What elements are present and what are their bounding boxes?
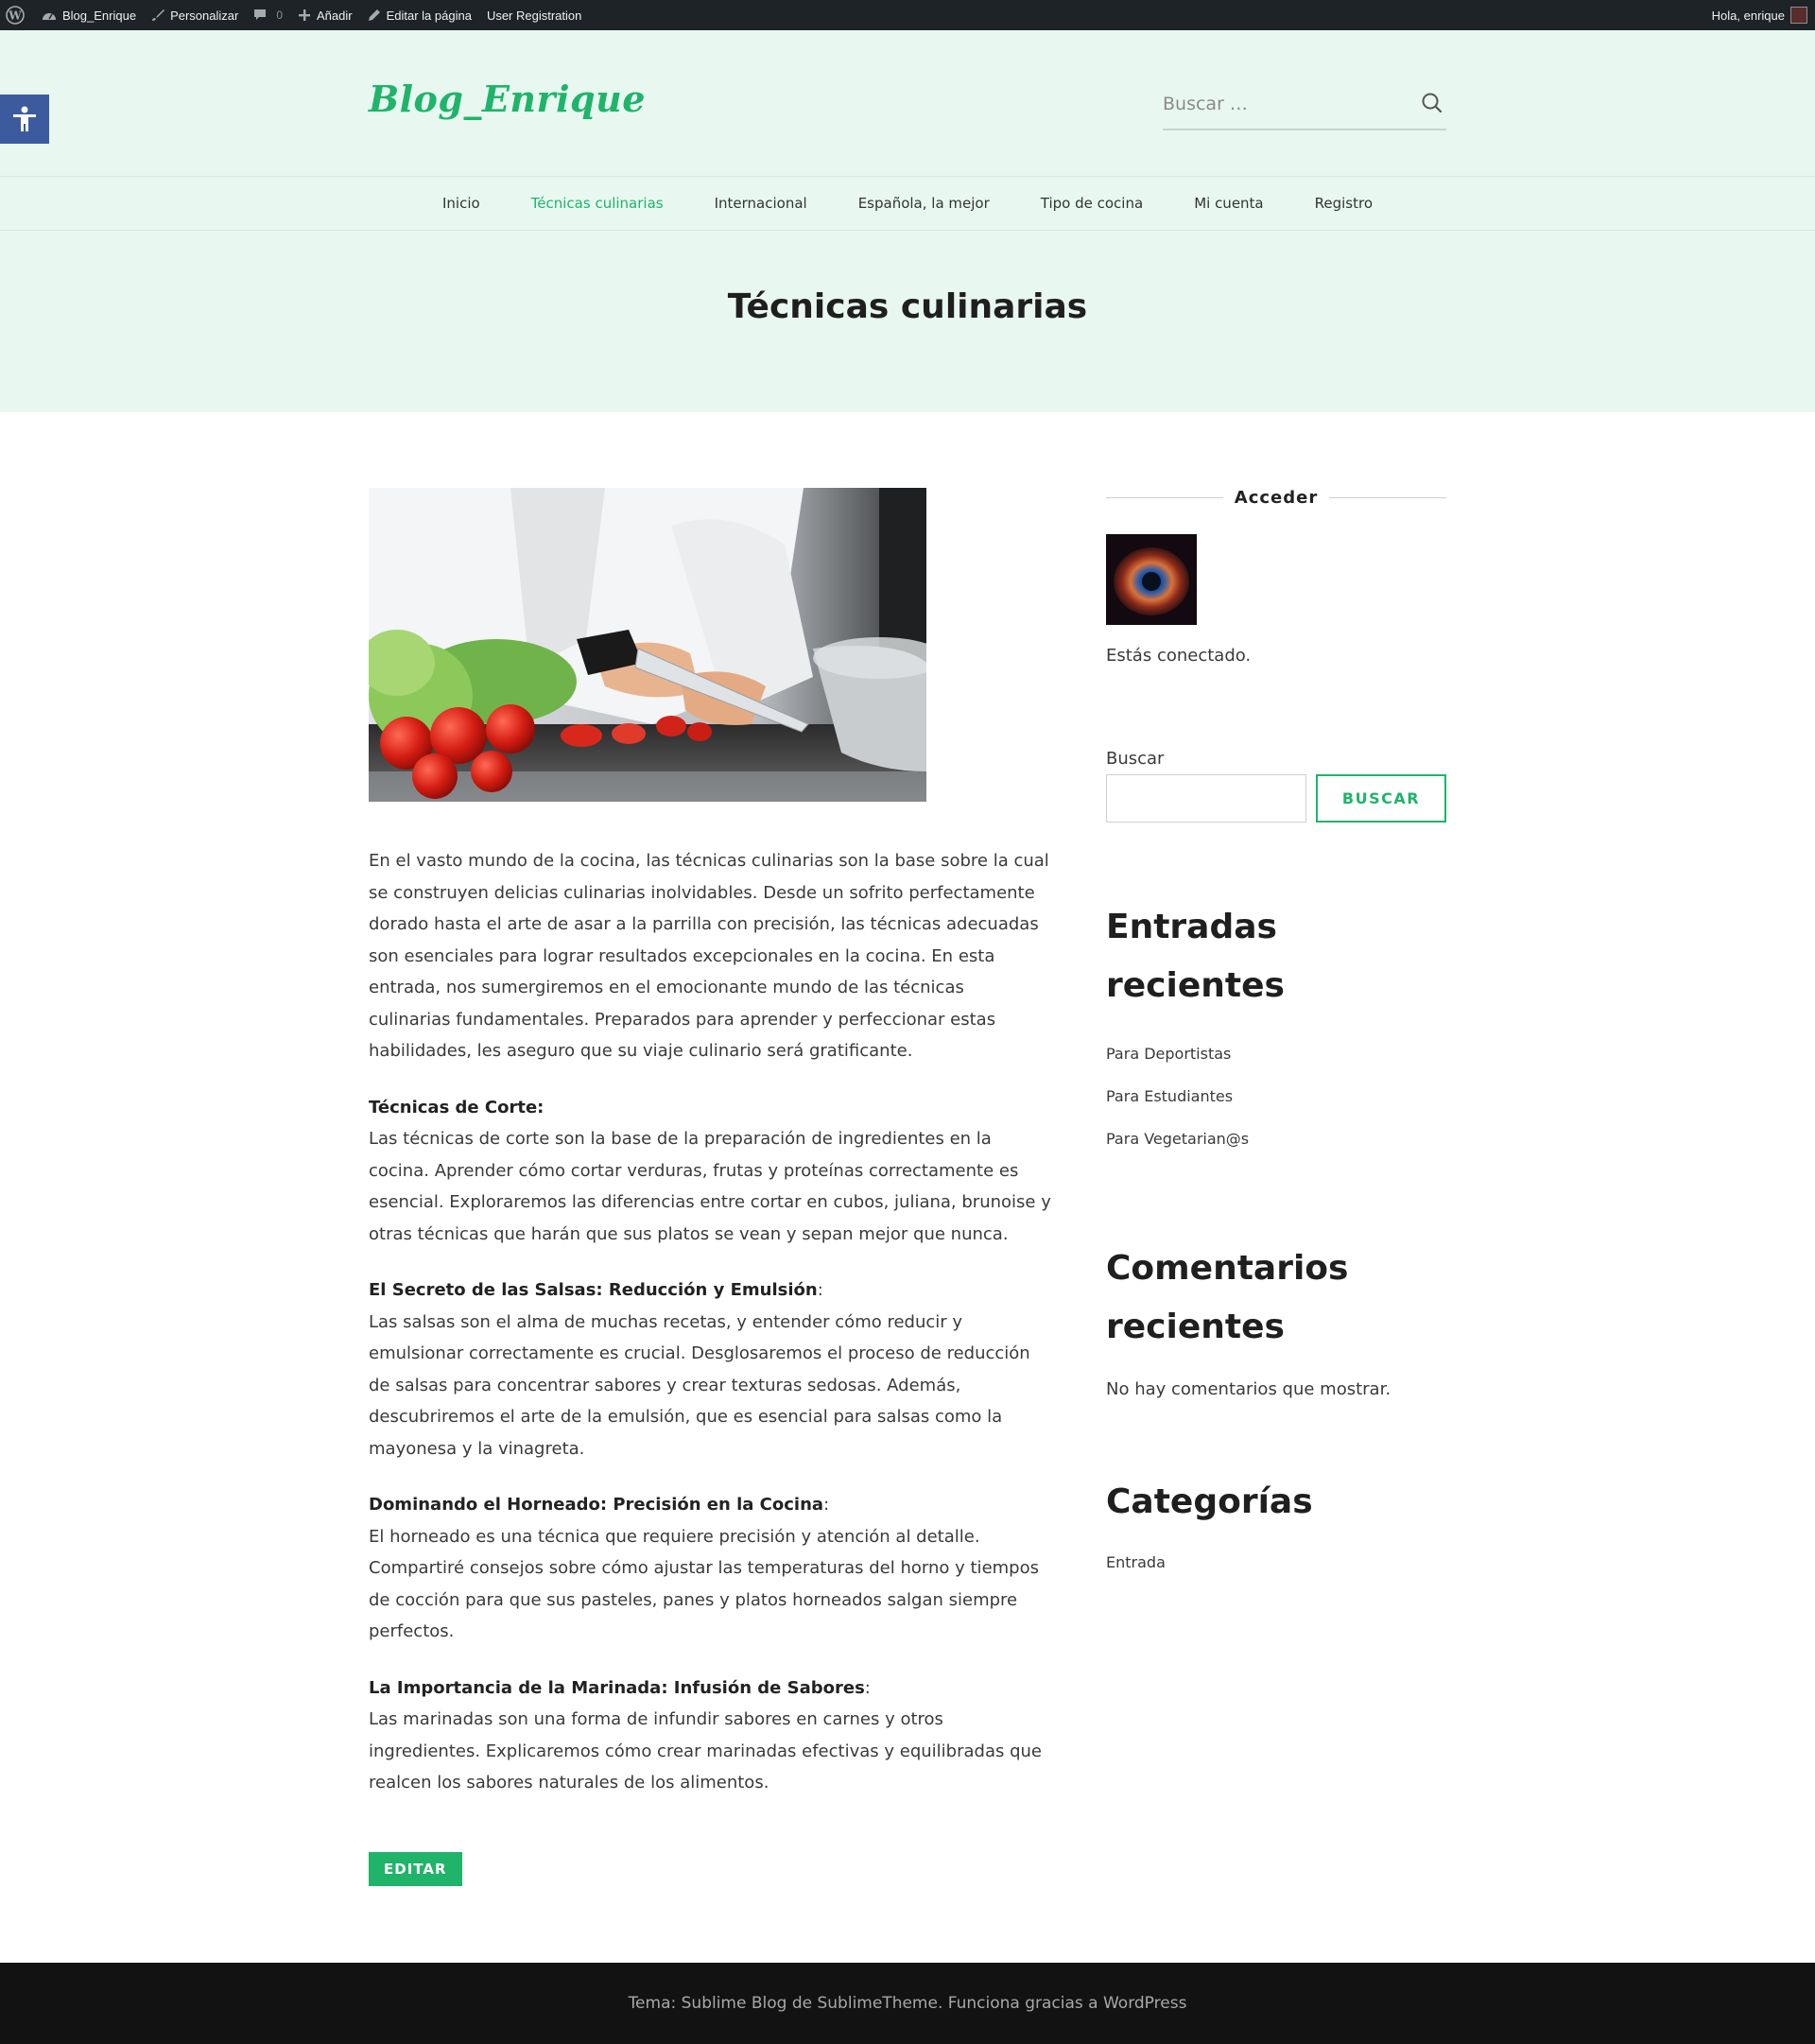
nav-item-tipo-de-cocina[interactable]: Tipo de cocina <box>1041 195 1143 212</box>
brush-icon <box>151 9 165 22</box>
section-body: El horneado es una técnica que requiere … <box>369 1526 1039 1642</box>
admin-edit-page-link[interactable]: Editar la página <box>360 0 479 30</box>
comment-bubble-icon <box>253 9 267 22</box>
article-section: La Importancia de la Marinada: Infusión … <box>369 1672 1051 1799</box>
section-heading-suffix: : <box>823 1495 830 1515</box>
categories-list: Entrada <box>1106 1541 1446 1584</box>
article-section: Técnicas de Corte: Las técnicas de corte… <box>369 1092 1051 1251</box>
article-section: Dominando el Horneado: Precisión en la C… <box>369 1489 1051 1648</box>
admin-comments-link[interactable]: 0 <box>246 0 290 30</box>
section-body: Las salsas son el alma de muchas recetas… <box>369 1311 1030 1459</box>
article-content: En el vasto mundo de la cocina, las técn… <box>369 488 1051 1886</box>
pencil-icon <box>368 9 381 22</box>
site-logo[interactable]: Blog_Enrique <box>369 78 646 120</box>
user-avatar <box>1106 534 1197 625</box>
sidebar-search-input[interactable] <box>1106 774 1306 823</box>
sidebar-search-label: Buscar <box>1106 749 1165 769</box>
article-body: En el vasto mundo de la cocina, las técn… <box>369 845 1051 1799</box>
login-widget-title: Acceder <box>1106 488 1447 508</box>
recent-post-link[interactable]: Para Deportistas <box>1106 1032 1446 1075</box>
section-heading-suffix: : <box>817 1280 823 1300</box>
article-section: El Secreto de las Salsas: Reducción y Em… <box>369 1274 1051 1464</box>
section-body: Las marinadas son una forma de infundir … <box>369 1709 1042 1793</box>
featured-image-chef-cutting-tomatoes <box>369 488 926 802</box>
dashboard-icon <box>42 9 57 22</box>
section-heading: El Secreto de las Salsas: Reducción y Em… <box>369 1280 818 1300</box>
section-heading-suffix: : <box>864 1677 871 1698</box>
recent-posts-title: Entradas recientes <box>1106 908 1285 1005</box>
plus-icon <box>298 9 311 22</box>
section-heading: Técnicas de Corte: <box>369 1097 544 1117</box>
admin-add-new-link[interactable]: Añadir <box>290 0 360 30</box>
category-link[interactable]: Entrada <box>1106 1541 1446 1584</box>
admin-site-link[interactable]: Blog_Enrique <box>34 0 144 30</box>
admin-site-name: Blog_Enrique <box>62 8 137 23</box>
nav-item-inicio[interactable]: Inicio <box>442 195 480 212</box>
login-widget-title-text: Acceder <box>1234 488 1319 508</box>
sidebar: Acceder Estás conectado. Buscar BUSCAR E… <box>1106 488 1447 1584</box>
title-divider <box>1329 497 1447 498</box>
admin-edit-page-label: Editar la página <box>386 8 472 23</box>
recent-post-link[interactable]: Para Vegetarian@s <box>1106 1117 1446 1160</box>
admin-bar: W Blog_Enrique Personalizar 0 Añadir Edi… <box>0 0 1815 30</box>
admin-user-registration-link[interactable]: User Registration <box>479 0 589 30</box>
site-footer: Tema: Sublime Blog de SublimeTheme. Func… <box>0 1963 1815 2044</box>
section-heading: Dominando el Horneado: Precisión en la C… <box>369 1495 824 1515</box>
admin-customize-link[interactable]: Personalizar <box>144 0 246 30</box>
accessibility-toggle-button[interactable] <box>0 95 49 144</box>
recent-posts-list: Para Deportistas Para Estudiantes Para V… <box>1106 1032 1446 1160</box>
admin-avatar <box>1790 7 1807 24</box>
categories-title: Categorías <box>1106 1482 1313 1521</box>
header-search-input[interactable] <box>1163 87 1409 121</box>
sidebar-search-form: BUSCAR <box>1106 774 1446 823</box>
nav-item-internacional[interactable]: Internacional <box>715 195 807 212</box>
edit-button[interactable]: EDITAR <box>369 1851 462 1886</box>
page-title: Técnicas culinarias <box>727 287 1088 326</box>
nav-item-tecnicas-culinarias[interactable]: Técnicas culinarias <box>531 195 664 212</box>
footer-credits: Tema: Sublime Blog de SublimeTheme. Func… <box>628 1994 1187 2013</box>
no-comments-text: No hay comentarios que mostrar. <box>1106 1379 1392 1399</box>
login-status-text: Estás conectado. <box>1106 646 1252 666</box>
admin-greeting: Hola, enrique <box>1711 8 1785 23</box>
title-divider <box>1106 497 1223 498</box>
header-search <box>1163 79 1446 130</box>
admin-comments-count: 0 <box>276 9 284 22</box>
nav-item-espanola[interactable]: Española, la mejor <box>858 195 990 212</box>
article-intro: En el vasto mundo de la cocina, las técn… <box>369 851 1049 1061</box>
accessibility-icon <box>13 106 36 131</box>
nav-item-registro[interactable]: Registro <box>1315 195 1373 212</box>
admin-add-new-label: Añadir <box>317 8 353 23</box>
site-header: Blog_Enrique Inicio Técnicas culinarias … <box>0 30 1815 412</box>
section-heading: La Importancia de la Marinada: Infusión … <box>369 1677 865 1698</box>
recent-post-link[interactable]: Para Estudiantes <box>1106 1075 1446 1117</box>
admin-customize-label: Personalizar <box>170 8 239 23</box>
svg-text:W: W <box>8 9 22 23</box>
main-navigation: Inicio Técnicas culinarias Internacional… <box>0 176 1815 231</box>
admin-user-registration-label: User Registration <box>486 8 582 23</box>
recent-comments-title: Comentarios recientes <box>1106 1249 1349 1346</box>
search-icon[interactable] <box>1420 91 1444 115</box>
wordpress-logo-icon[interactable]: W <box>0 0 34 30</box>
admin-account-menu[interactable]: Hola, enrique <box>1712 7 1815 24</box>
section-body: Las técnicas de corte son la base de la … <box>369 1129 1051 1244</box>
nav-item-mi-cuenta[interactable]: Mi cuenta <box>1194 195 1263 212</box>
sidebar-search-button[interactable]: BUSCAR <box>1316 774 1446 823</box>
